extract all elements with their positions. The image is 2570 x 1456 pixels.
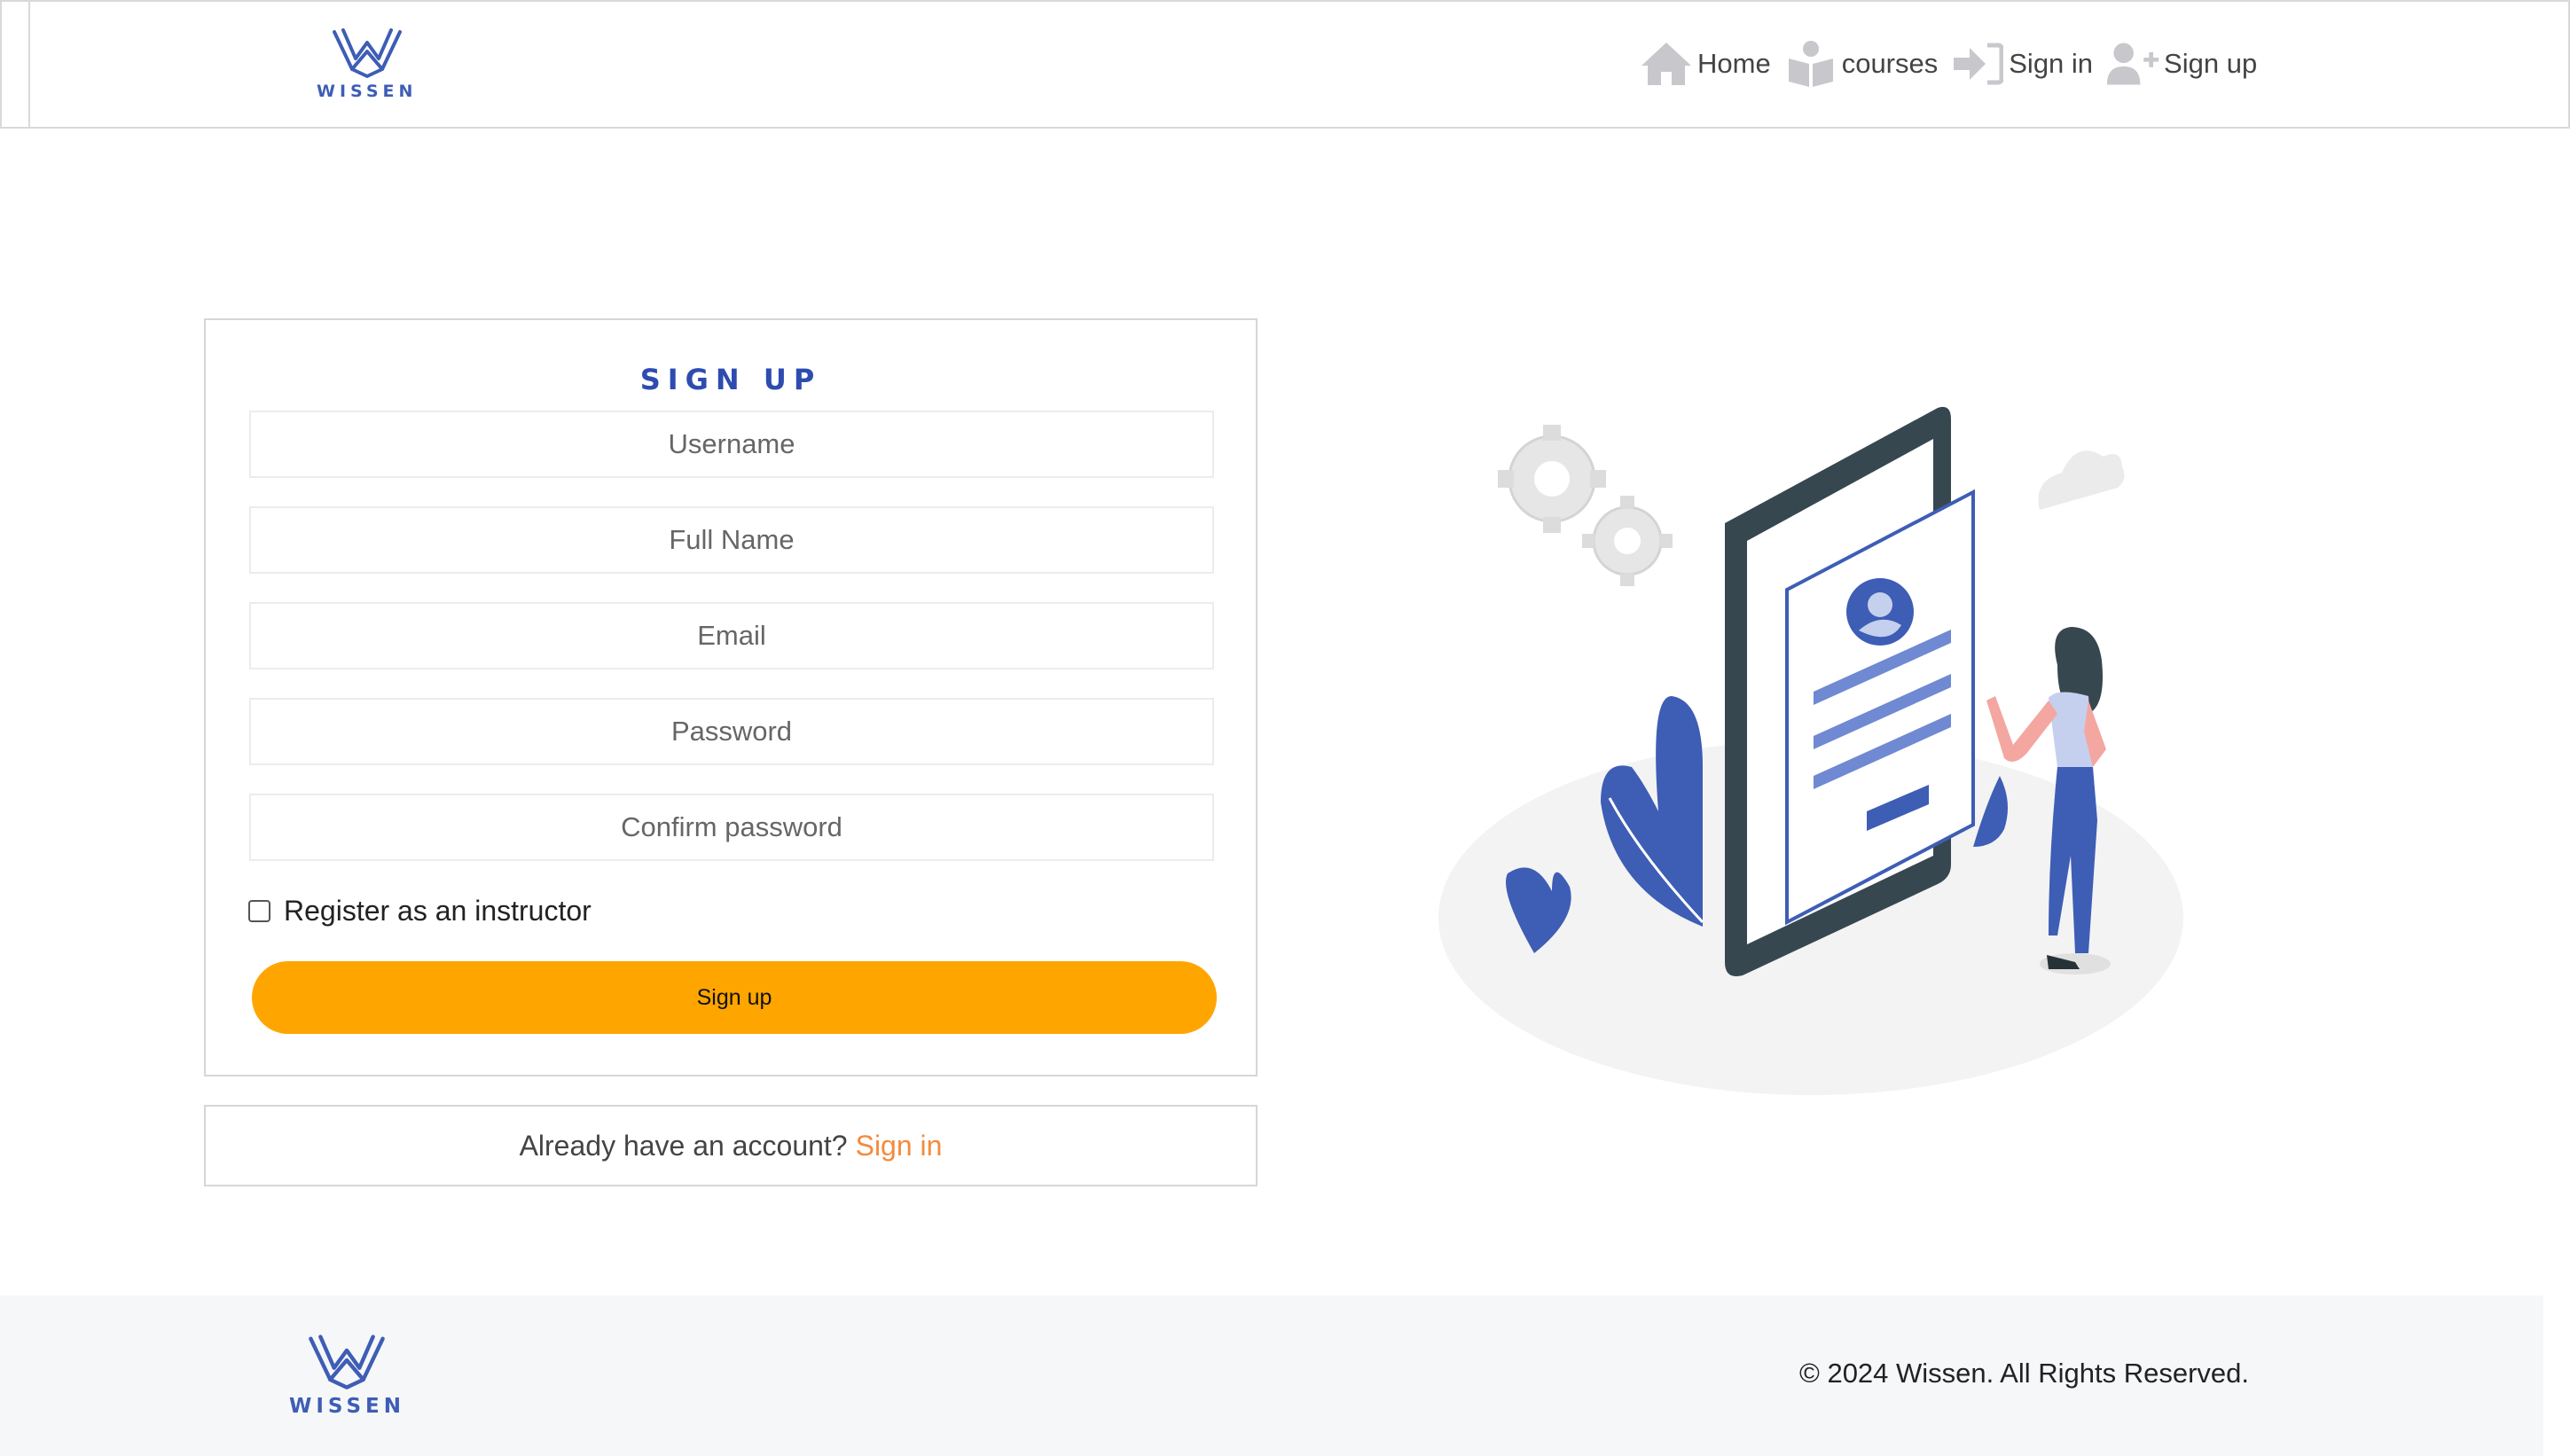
nav-label-courses: courses <box>1841 48 1939 79</box>
nav-label-home: Home <box>1697 48 1771 79</box>
footer: WISSEN © 2024 Wissen. All Rights Reserve… <box>0 1296 2543 1456</box>
signup-card: SIGN UP Register as an instructor Sign u… <box>204 318 1258 1076</box>
username-input[interactable] <box>249 411 1214 478</box>
nav-item-signin[interactable]: Sign in <box>1950 37 2093 90</box>
fullname-input[interactable] <box>249 506 1214 574</box>
sign-in-icon <box>1950 37 2005 90</box>
home-icon <box>1639 37 1694 90</box>
footer-brand-name: WISSEN <box>289 1395 405 1418</box>
confirm-password-input[interactable] <box>249 794 1214 861</box>
instructor-checkbox-label[interactable]: Register as an instructor <box>284 895 592 928</box>
instructor-option: Register as an instructor <box>248 895 592 928</box>
instructor-checkbox[interactable] <box>248 900 270 922</box>
footer-logo[interactable]: WISSEN <box>289 1333 405 1418</box>
brand-name: WISSEN <box>317 82 418 101</box>
signin-prompt-text: Already have an account? <box>519 1129 848 1162</box>
password-input[interactable] <box>249 698 1214 765</box>
nav-label-signup: Sign up <box>2164 48 2258 79</box>
top-navbar: WISSEN Home courses Sign in Sign up <box>0 0 2570 129</box>
email-input[interactable] <box>249 602 1214 669</box>
book-reader-icon <box>1783 37 1838 90</box>
nav-label-signin: Sign in <box>2009 48 2094 79</box>
main-nav: Home courses Sign in Sign up <box>1639 37 2269 90</box>
copyright-text: © 2024 Wissen. All Rights Reserved. <box>1799 1358 2250 1389</box>
nav-item-signup[interactable]: Sign up <box>2105 37 2257 90</box>
signin-prompt: Already have an account? Sign in <box>204 1105 1258 1186</box>
wissen-logo-icon <box>309 1335 386 1389</box>
user-plus-icon <box>2105 37 2160 90</box>
brand-logo[interactable]: WISSEN <box>317 27 417 101</box>
gear-icon <box>1508 434 1663 576</box>
wissen-logo-icon <box>332 28 402 78</box>
nav-item-courses[interactable]: courses <box>1783 37 1939 90</box>
navbar-divider <box>28 2 30 127</box>
signup-button[interactable]: Sign up <box>252 961 1217 1034</box>
signin-link[interactable]: Sign in <box>856 1130 943 1162</box>
signup-illustration <box>1438 406 2183 1095</box>
form-title: SIGN UP <box>639 363 822 396</box>
nav-item-home[interactable]: Home <box>1639 37 1771 90</box>
